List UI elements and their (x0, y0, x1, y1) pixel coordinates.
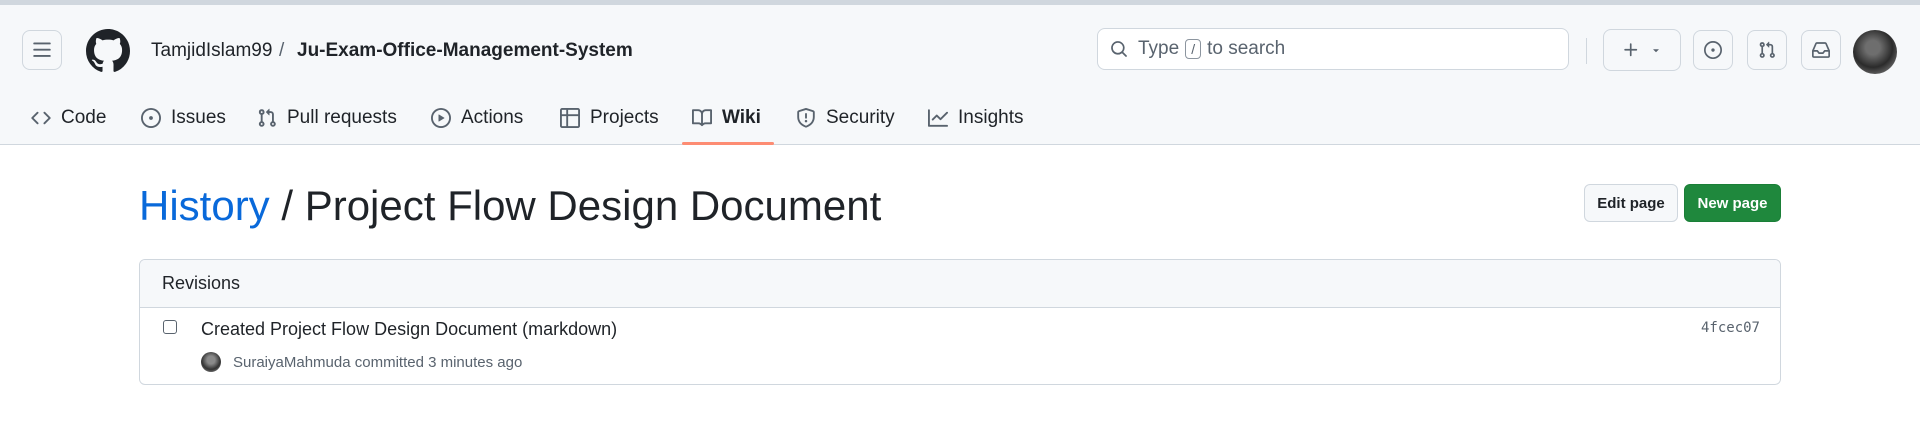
pull-request-icon (1759, 41, 1775, 58)
shield-icon (797, 108, 815, 128)
code-icon (31, 111, 51, 125)
tab-issues-label: Issues (171, 107, 226, 128)
pull-requests-button[interactable] (1747, 30, 1787, 70)
header-divider (1586, 38, 1587, 64)
revision-author[interactable]: SuraiyaMahmuda (233, 354, 351, 371)
tab-wiki-label: Wiki (722, 107, 761, 128)
issue-icon (141, 108, 161, 128)
tab-security[interactable]: Security (796, 95, 895, 141)
tab-pull-requests[interactable]: Pull requests (257, 95, 397, 141)
tab-actions-label: Actions (461, 107, 524, 128)
revision-checkbox[interactable] (163, 320, 177, 334)
new-page-button[interactable]: New page (1684, 184, 1781, 222)
author-avatar[interactable] (201, 352, 221, 372)
book-icon (692, 109, 712, 127)
inbox-button[interactable] (1801, 30, 1841, 70)
breadcrumb-separator: / (279, 40, 285, 61)
user-avatar[interactable] (1853, 30, 1897, 74)
tab-security-label: Security (826, 107, 895, 128)
plus-icon (1624, 43, 1638, 57)
search-input[interactable]: Type / to search (1097, 28, 1569, 70)
issue-icon (1704, 41, 1722, 59)
page-title: History / Project Flow Design Document (139, 180, 881, 232)
tab-projects-label: Projects (590, 107, 659, 128)
hamburger-icon (33, 42, 51, 57)
tab-projects[interactable]: Projects (560, 95, 659, 141)
repo-name-link[interactable]: Ju-Exam-Office-Management-System (297, 39, 633, 63)
tab-actions[interactable]: Actions (431, 95, 523, 141)
graph-icon (928, 109, 948, 127)
repo-owner-link[interactable]: TamjidIslam99 (151, 39, 272, 63)
revision-title: Created Project Flow Design Document (ma… (201, 319, 618, 339)
search-placeholder-prefix: Type (1138, 38, 1180, 59)
revisions-heading: Revisions (140, 260, 1780, 308)
tab-code-label: Code (61, 107, 107, 128)
create-new-button[interactable] (1603, 29, 1681, 71)
search-icon (1111, 41, 1127, 57)
edit-page-button[interactable]: Edit page (1584, 184, 1678, 222)
search-placeholder-suffix: to search (1207, 38, 1286, 59)
title-separator: / (281, 182, 294, 229)
revision-action: committed (354, 354, 424, 371)
play-icon (431, 108, 451, 128)
revision-meta: SuraiyaMahmuda committed 3 minutes ago (233, 354, 522, 371)
table-icon (560, 108, 580, 128)
chevron-down-icon (1653, 49, 1659, 53)
issues-button[interactable] (1693, 30, 1733, 70)
tab-pull-requests-label: Pull requests (287, 107, 397, 128)
tab-code[interactable]: Code (31, 95, 106, 141)
revisions-box: Revisions Created Project Flow Design Do… (139, 259, 1781, 385)
tab-insights-label: Insights (958, 107, 1024, 128)
active-tab-indicator (682, 142, 774, 145)
tab-wiki[interactable]: Wiki (692, 95, 761, 141)
menu-button[interactable] (22, 30, 62, 70)
search-shortcut-key: / (1185, 39, 1202, 59)
wiki-page-title: Project Flow Design Document (304, 182, 882, 229)
tab-insights[interactable]: Insights (928, 95, 1023, 141)
history-link[interactable]: History (139, 182, 270, 229)
inbox-icon (1812, 42, 1830, 58)
revision-sha-link[interactable]: 4fcec07 (1701, 320, 1760, 336)
pull-request-icon (258, 108, 276, 127)
tab-issues[interactable]: Issues (141, 95, 226, 141)
revision-time: 3 minutes ago (428, 354, 523, 371)
github-logo[interactable] (86, 29, 130, 73)
